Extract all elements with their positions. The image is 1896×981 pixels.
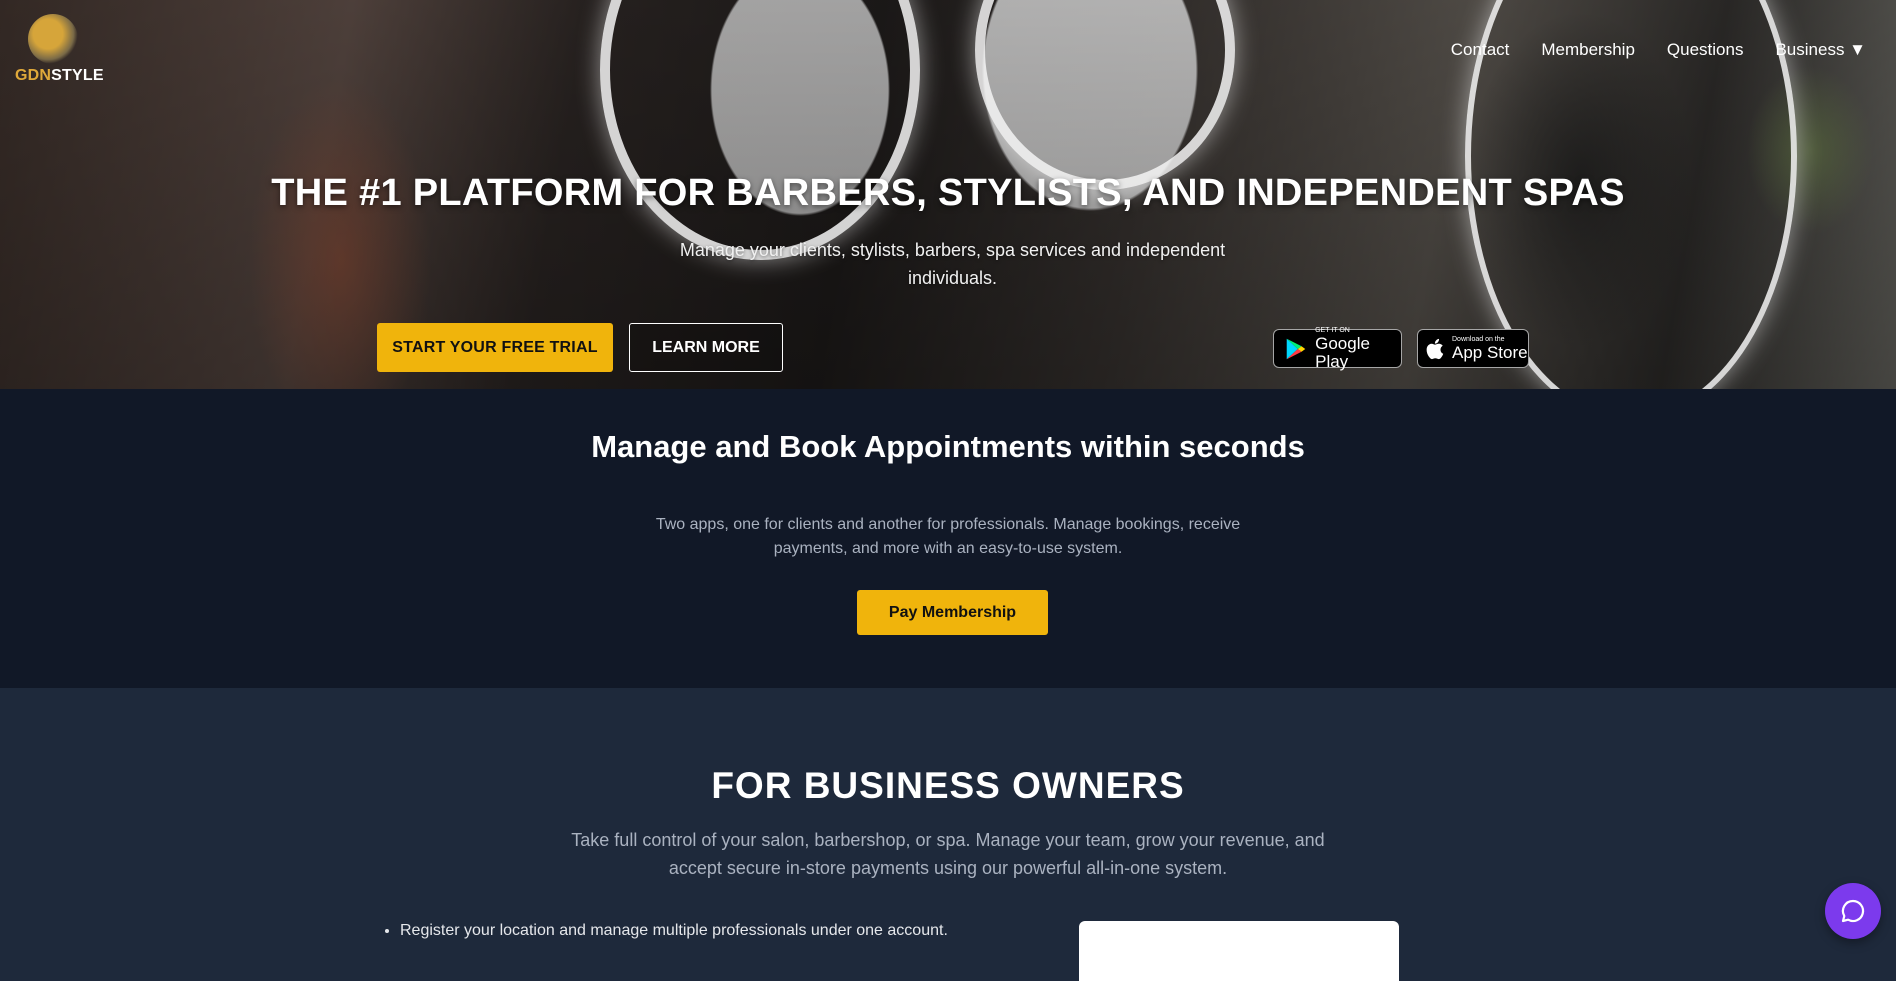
chat-button[interactable] xyxy=(1825,883,1881,939)
owners-title: FOR BUSINESS OWNERS xyxy=(711,765,1185,806)
booking-title: Manage and Book Appointments within seco… xyxy=(591,429,1305,464)
google-play-big-text: Google Play xyxy=(1315,333,1370,371)
google-play-badge[interactable]: GET IT ON Google Play xyxy=(1273,327,1402,371)
app-store-big-text: App Store xyxy=(1452,342,1528,362)
brand-logo[interactable]: GDNSTYLE xyxy=(10,10,104,90)
pay-membership-button[interactable]: Pay Membership xyxy=(857,590,1048,635)
booking-section: Manage and Book Appointments within seco… xyxy=(0,389,1896,688)
business-owners-section: FOR BUSINESS OWNERS Take full control of… xyxy=(0,688,1896,981)
nav-membership[interactable]: Membership xyxy=(1541,40,1635,60)
hero-subtitle: Manage your clients, stylists, barbers, … xyxy=(679,240,1226,288)
booking-text: Two apps, one for clients and another fo… xyxy=(655,516,1241,557)
owners-text: Take full control of your salon, barbers… xyxy=(571,830,1325,878)
top-nav: Contact Membership Questions Business ▼ xyxy=(1451,40,1866,60)
learn-more-button[interactable]: LEARN MORE xyxy=(629,323,783,372)
nav-contact[interactable]: Contact xyxy=(1451,40,1510,60)
owners-feature-list: Register your location and manage multip… xyxy=(380,920,980,942)
logo-emblem-icon xyxy=(28,14,78,64)
list-item: Register your location and manage multip… xyxy=(400,920,980,942)
start-free-trial-button[interactable]: START YOUR FREE TRIAL xyxy=(377,323,613,372)
brand-name: GDNSTYLE xyxy=(15,67,104,85)
mirror-decoration xyxy=(975,0,1235,190)
hero-title: THE #1 PLATFORM FOR BARBERS, STYLISTS, A… xyxy=(271,172,1625,214)
google-play-icon xyxy=(1286,338,1306,359)
chat-bubble-icon xyxy=(1841,899,1865,923)
brand-name-part2: STYLE xyxy=(51,67,104,84)
nav-questions[interactable]: Questions xyxy=(1667,40,1744,60)
app-store-badge[interactable]: Download on the App Store xyxy=(1417,329,1529,368)
hero-section: GDNSTYLE Contact Membership Questions Bu… xyxy=(0,0,1896,389)
brand-name-part1: GDN xyxy=(15,67,52,84)
mirror-decoration xyxy=(600,0,920,260)
apple-icon xyxy=(1426,338,1444,359)
preview-card xyxy=(1079,921,1399,981)
nav-business-dropdown[interactable]: Business ▼ xyxy=(1775,40,1866,60)
